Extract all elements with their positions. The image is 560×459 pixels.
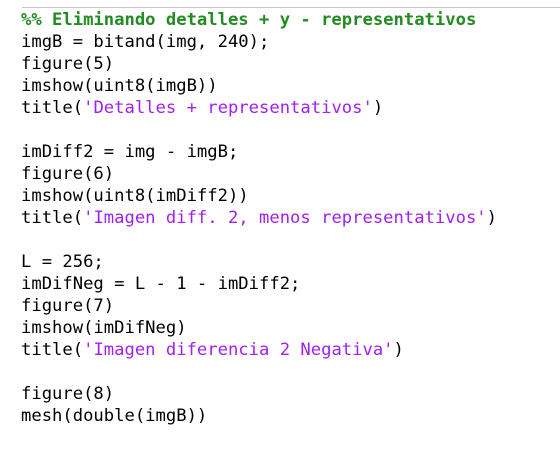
section-comment-line[interactable]: %% Eliminando detalles + y - representat… bbox=[21, 9, 497, 31]
blank-line[interactable] bbox=[21, 119, 497, 141]
code-line[interactable]: imshow(imDifNeg) bbox=[21, 317, 497, 339]
code-line[interactable]: L = 256; bbox=[21, 251, 497, 273]
code-line[interactable]: imDiff2 = img - imgB; bbox=[21, 141, 497, 163]
code-token: ) bbox=[486, 208, 498, 228]
code-lines[interactable]: %% Eliminando detalles + y - representat… bbox=[21, 9, 497, 427]
code-token: ) bbox=[372, 98, 384, 118]
code-token: ) bbox=[393, 340, 404, 360]
code-line[interactable]: imshow(uint8(imgB)) bbox=[21, 75, 497, 97]
section-divider bbox=[22, 7, 560, 8]
code-line[interactable]: imDifNeg = L - 1 - imDiff2; bbox=[21, 273, 497, 295]
code-line[interactable]: imgB = bitand(img, 240); bbox=[21, 31, 497, 53]
string-literal: 'Imagen diff. 2, menos representativos' bbox=[83, 208, 487, 228]
blank-line[interactable] bbox=[21, 361, 497, 383]
blank-line[interactable] bbox=[21, 229, 497, 251]
code-token: title( bbox=[21, 98, 84, 118]
code-line[interactable]: title('Imagen diff. 2, menos representat… bbox=[21, 207, 497, 229]
string-literal: 'Detalles + representativos' bbox=[83, 98, 373, 118]
code-token: title( bbox=[21, 208, 84, 228]
code-token: title( bbox=[21, 340, 84, 360]
code-line[interactable]: figure(5) bbox=[21, 53, 497, 75]
code-line[interactable]: imshow(uint8(imDiff2)) bbox=[21, 185, 497, 207]
code-line[interactable]: figure(7) bbox=[21, 295, 497, 317]
code-line[interactable]: figure(6) bbox=[21, 163, 497, 185]
code-line[interactable]: title('Imagen diferencia 2 Negativa') bbox=[21, 339, 497, 361]
code-line[interactable]: figure(8) bbox=[21, 383, 497, 405]
string-literal: 'Imagen diferencia 2 Negativa' bbox=[83, 340, 394, 360]
code-line[interactable]: mesh(double(imgB)) bbox=[21, 405, 497, 427]
code-editor[interactable]: %% Eliminando detalles + y - representat… bbox=[0, 0, 560, 459]
code-line[interactable]: title('Detalles + representativos') bbox=[21, 97, 497, 119]
